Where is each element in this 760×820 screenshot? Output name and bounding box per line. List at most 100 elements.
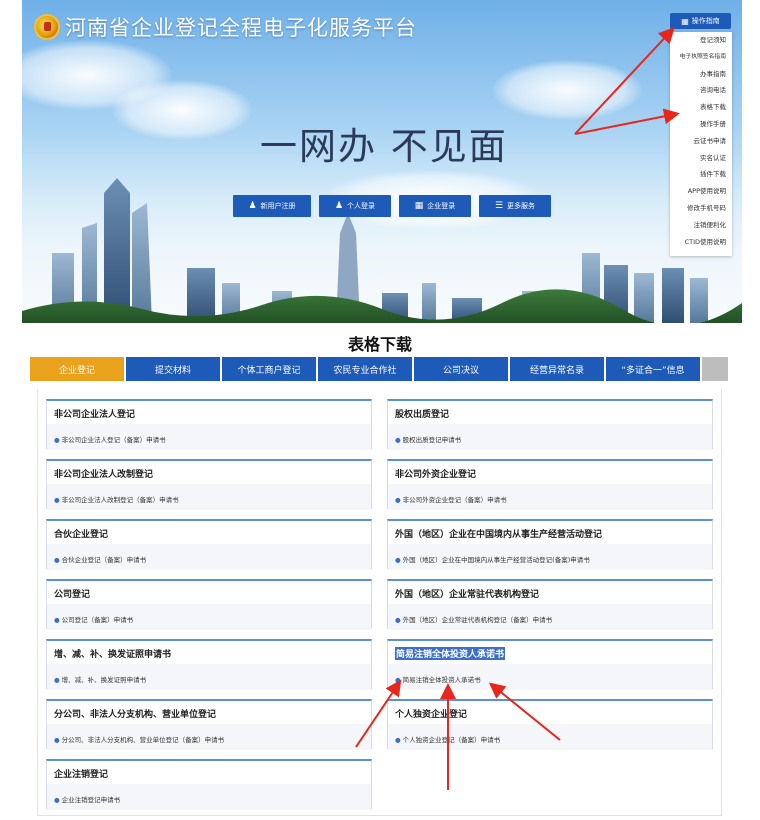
personal-login-label: 个人登录 — [347, 202, 376, 210]
user-icon: ♟ — [334, 201, 344, 211]
ops-menu-item[interactable]: 修改手机号码 — [670, 200, 732, 217]
tab-company-resolution[interactable]: 公司决议 — [414, 357, 508, 381]
tab-farmer-cooperative[interactable]: 农民专业合作社 — [318, 357, 412, 381]
bullet-icon: ● — [54, 676, 60, 684]
section-title: 表格下载 — [347, 335, 412, 354]
form-link-label: 非公司企业法人登记（备案）申请书 — [61, 436, 166, 444]
cloud-decoration — [112, 80, 252, 140]
bullet-icon: ● — [54, 736, 60, 744]
hero-button-group: ♟ 新用户注册 ♟ 个人登录 ▦ 企业登录 ☰ 更多服务 — [233, 195, 551, 217]
operation-guide-button[interactable]: ▦ 操作指南 — [670, 13, 731, 29]
ops-menu-item[interactable]: 云证书申请 — [670, 133, 732, 150]
form-download-link[interactable]: ● 非公司外资企业登记（备案）申请书 — [395, 494, 507, 504]
form-link-label: 分公司、非法人分支机构、营业单位登记（备案）申请书 — [61, 736, 225, 744]
form-card-title: 分公司、非法人分支机构、营业单位登记 — [54, 710, 217, 720]
form-card: 企业注销登记 ● 企业注销登记申请书 — [46, 759, 372, 810]
form-card-title: 增、减、补、换发证照申请书 — [54, 650, 172, 660]
tab-abnormal-operation-list[interactable]: 经营异常名录 — [510, 357, 604, 381]
page: 河南省企业登记全程电子化服务平台 一网办 不见面 ♟ 新用户注册 ♟ 个人登录 … — [0, 0, 760, 820]
form-link-label: 简易注销全体投资人承诺书 — [402, 676, 481, 684]
grid-icon: ▦ — [681, 16, 689, 26]
form-link-label: 非公司企业法人改制登记（备案）申请书 — [61, 496, 179, 504]
operation-guide-menu: 登记须知 电子执照签名指南 办事指南 咨询电话 表格下载 操作手册 云证书申请 … — [670, 32, 732, 256]
ops-menu-item-form-download[interactable]: 表格下载 — [670, 99, 732, 116]
ops-menu-item[interactable]: 实名认证 — [670, 150, 732, 167]
bullet-icon: ● — [54, 556, 60, 564]
form-card-title: 个人独资企业登记 — [395, 710, 468, 720]
form-download-link[interactable]: ● 股权出质登记申请书 — [395, 434, 461, 444]
tab-individual-business[interactable]: 个体工商户登记 — [222, 357, 316, 381]
ops-menu-item[interactable]: APP使用说明 — [670, 183, 732, 200]
form-card: 外国（地区）企业在中国境内从事生产经营活动登记 ● 外国（地区）企业在中国境内从事… — [387, 519, 713, 570]
ops-menu-item[interactable]: 电子执照签名指南 — [670, 49, 732, 66]
form-download-link[interactable]: ● 个人独资企业登记（备案）申请书 — [395, 734, 500, 744]
bullet-icon: ● — [54, 436, 60, 444]
form-card: 合伙企业登记 ● 合伙企业登记（备案）申请书 — [46, 519, 372, 570]
bullet-icon: ● — [395, 496, 401, 504]
form-download-panel: 非公司企业法人登记 ● 非公司企业法人登记（备案）申请书 股权出质登记 ● 股权出质… — [37, 389, 722, 816]
form-card-title: 非公司企业法人改制登记 — [54, 470, 154, 480]
form-download-link[interactable]: ● 外国（地区）企业在中国境内从事生产经营活动登记(备案)申请书 — [395, 554, 590, 564]
bullet-icon: ● — [395, 556, 401, 564]
tab-multi-certificate-info[interactable]: “多证合一”信息 — [606, 357, 700, 381]
ops-menu-item[interactable]: CTID使用说明 — [670, 234, 732, 251]
bullet-icon: ● — [54, 496, 60, 504]
ops-menu-item[interactable]: 咨询电话 — [670, 82, 732, 99]
form-download-link[interactable]: ● 企业注销登记申请书 — [54, 794, 120, 804]
form-download-link[interactable]: ● 非公司企业法人改制登记（备案）申请书 — [54, 494, 179, 504]
form-link-label: 合伙企业登记（备案）申请书 — [61, 556, 147, 564]
register-button-label: 新用户注册 — [260, 202, 296, 210]
form-download-link[interactable]: ● 简易注销全体投资人承诺书 — [395, 674, 481, 684]
enterprise-login-button[interactable]: ▦ 企业登录 — [399, 195, 471, 217]
hero-slogan: 一网办 不见面 — [260, 125, 508, 168]
register-button[interactable]: ♟ 新用户注册 — [233, 195, 311, 217]
form-link-label: 企业注销登记申请书 — [61, 796, 121, 804]
ops-menu-item[interactable]: 登记须知 — [670, 32, 732, 49]
form-card-title: 企业注销登记 — [54, 770, 109, 780]
form-card: 个人独资企业登记 ● 个人独资企业登记（备案）申请书 — [387, 699, 713, 750]
list-icon: ☰ — [494, 201, 504, 211]
form-card-title: 股权出质登记 — [395, 410, 450, 420]
form-card: 公司登记 ● 公司登记（备案）申请书 — [46, 579, 372, 630]
ops-menu-item[interactable]: 办事指南 — [670, 66, 732, 83]
bullet-icon: ● — [395, 436, 401, 444]
bullet-icon: ● — [395, 676, 401, 684]
form-download-link[interactable]: ● 分公司、非法人分支机构、营业单位登记（备案）申请书 — [54, 734, 224, 744]
form-card-title: 非公司企业法人登记 — [54, 410, 136, 420]
form-download-link[interactable]: ● 合伙企业登记（备案）申请书 — [54, 554, 146, 564]
tab-submit-materials[interactable]: 提交材料 — [126, 357, 220, 381]
form-card-title: 非公司外资企业登记 — [395, 470, 477, 480]
more-services-button[interactable]: ☰ 更多服务 — [479, 195, 551, 217]
form-link-label: 外国（地区）企业常驻代表机构登记（备案）申请书 — [402, 616, 553, 624]
form-card: 非公司企业法人改制登记 ● 非公司企业法人改制登记（备案）申请书 — [46, 459, 372, 510]
category-tabs: 企业登记 提交材料 个体工商户登记 农民专业合作社 公司决议 经营异常名录 “多… — [30, 357, 728, 381]
form-download-link[interactable]: ● 公司登记（备案）申请书 — [54, 614, 133, 624]
form-link-label: 非公司外资企业登记（备案）申请书 — [402, 496, 507, 504]
form-download-link[interactable]: ● 非公司企业法人登记（备案）申请书 — [54, 434, 166, 444]
form-card-title: 外国（地区）企业常驻代表机构登记 — [395, 590, 540, 600]
form-card: 非公司企业法人登记 ● 非公司企业法人登记（备案）申请书 — [46, 399, 372, 450]
tab-more[interactable] — [702, 357, 728, 381]
form-card: 非公司外资企业登记 ● 非公司外资企业登记（备案）申请书 — [387, 459, 713, 510]
hero-banner: 河南省企业登记全程电子化服务平台 一网办 不见面 ♟ 新用户注册 ♟ 个人登录 … — [22, 0, 742, 323]
form-card: 分公司、非法人分支机构、营业单位登记 ● 分公司、非法人分支机构、营业单位登记（备… — [46, 699, 372, 750]
ops-menu-item[interactable]: 操作手册 — [670, 116, 732, 133]
form-download-link[interactable]: ● 增、减、补、换发证照申请书 — [54, 674, 146, 684]
personal-login-button[interactable]: ♟ 个人登录 — [319, 195, 391, 217]
emblem-logo — [34, 14, 60, 40]
form-card-title: 公司登记 — [54, 590, 91, 600]
site-title: 河南省企业登记全程电子化服务平台 — [65, 16, 417, 40]
tab-enterprise-registration[interactable]: 企业登记 — [30, 357, 124, 381]
bullet-icon: ● — [54, 796, 60, 804]
form-card-title: 外国（地区）企业在中国境内从事生产经营活动登记 — [395, 530, 603, 540]
building-icon: ▦ — [414, 201, 424, 211]
more-services-label: 更多服务 — [507, 202, 536, 210]
user-plus-icon: ♟ — [248, 201, 257, 211]
bullet-icon: ● — [54, 616, 60, 624]
form-card: 增、减、补、换发证照申请书 ● 增、减、补、换发证照申请书 — [46, 639, 372, 690]
form-download-link[interactable]: ● 外国（地区）企业常驻代表机构登记（备案）申请书 — [395, 614, 552, 624]
ops-menu-item[interactable]: 插件下载 — [670, 166, 732, 183]
form-card-highlighted: 简易注销全体投资人承诺书 ● 简易注销全体投资人承诺书 — [387, 639, 713, 690]
form-card-title-selected: 简易注销全体投资人承诺书 — [395, 647, 506, 660]
ops-menu-item[interactable]: 注销便利化 — [670, 217, 732, 234]
